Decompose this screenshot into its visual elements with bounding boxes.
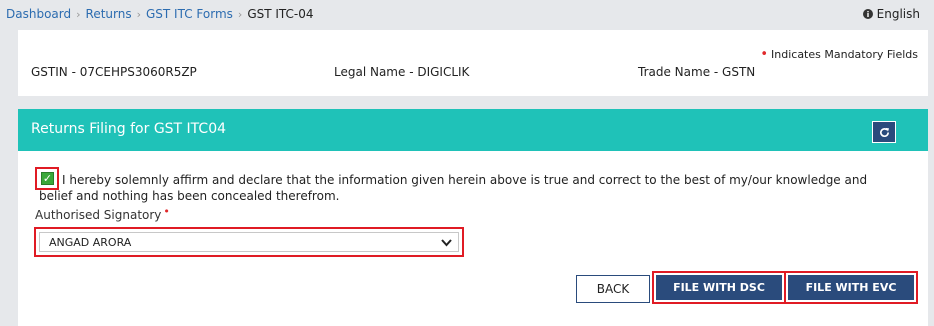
breadcrumb-separator: › (136, 7, 141, 21)
refresh-button[interactable] (872, 121, 896, 143)
refresh-icon (879, 127, 889, 137)
legal-name-text: Legal Name - DIGICLIK (334, 65, 470, 79)
language-label: English (876, 7, 920, 21)
authorised-signatory-select[interactable]: ANGAD ARORA (39, 232, 459, 252)
trade-name-text: Trade Name - GSTN (638, 65, 756, 79)
breadcrumb-separator: › (76, 7, 81, 21)
info-circle-icon (862, 9, 873, 19)
breadcrumb-separator: › (237, 7, 243, 21)
back-button[interactable]: BACK (576, 275, 650, 303)
panel-header: Returns Filing for GST ITC04 (18, 109, 928, 151)
gstin-text: GSTIN - 07CEHPS3060R5ZP (31, 65, 197, 79)
file-with-dsc-button[interactable]: FILE WITH DSC (656, 275, 782, 300)
taxpayer-info-box: • Indicates Mandatory Fields GSTIN - 07CE… (18, 30, 928, 96)
authorised-signatory-label-text: Authorised Signatory (35, 208, 162, 222)
language-selector[interactable]: English (862, 7, 920, 21)
breadcrumb-returns[interactable]: Returns (86, 7, 132, 21)
declaration-text: I hereby solemnly affirm and declare tha… (39, 173, 868, 203)
authorised-signatory-label: Authorised Signatory • (35, 205, 170, 222)
panel-title: Returns Filing for GST ITC04 (31, 121, 227, 137)
chevron-down-icon (441, 239, 452, 247)
file-dsc-highlight: FILE WITH DSC (652, 271, 786, 304)
breadcrumb-gst-itc-forms[interactable]: GST ITC Forms (146, 7, 233, 21)
breadcrumb: Dashboard › Returns › GST ITC Forms › GS… (6, 7, 314, 21)
signatory-select-highlight: ANGAD ARORA (34, 227, 464, 257)
breadcrumb-dashboard[interactable]: Dashboard (6, 7, 71, 21)
signatory-selected-value: ANGAD ARORA (49, 236, 132, 249)
required-star-icon: • (163, 205, 170, 218)
required-star-icon: • (760, 47, 769, 62)
file-evc-highlight: FILE WITH EVC (784, 271, 918, 304)
top-bar: Dashboard › Returns › GST ITC Forms › GS… (0, 0, 934, 28)
file-with-evc-button[interactable]: FILE WITH EVC (788, 275, 914, 300)
breadcrumb-current: GST ITC-04 (247, 7, 314, 21)
mandatory-note-text: Indicates Mandatory Fields (771, 48, 918, 61)
mandatory-note: • Indicates Mandatory Fields (760, 47, 918, 62)
